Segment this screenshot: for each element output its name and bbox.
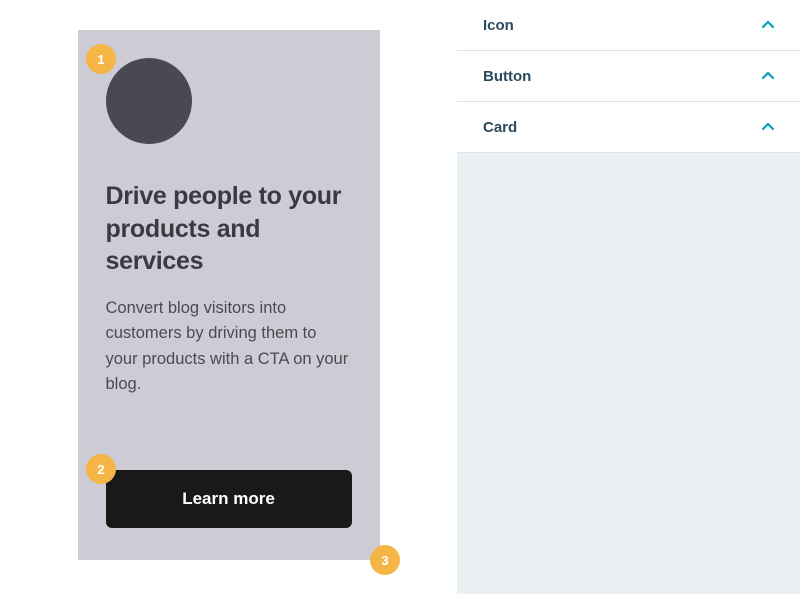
sidebar: Icon Button Card <box>457 0 800 594</box>
card-icon-placeholder <box>106 58 192 144</box>
marker-number: 2 <box>97 462 104 477</box>
learn-more-button[interactable]: Learn more <box>106 470 352 528</box>
card-description: Convert blog visitors into customers by … <box>106 296 352 398</box>
accordion-item-card[interactable]: Card <box>457 102 800 153</box>
accordion-label: Icon <box>483 17 514 34</box>
annotation-marker-3[interactable]: 3 <box>370 545 400 575</box>
preview-area: Drive people to your products and servic… <box>0 0 457 594</box>
card: Drive people to your products and servic… <box>78 30 380 560</box>
chevron-up-icon <box>762 123 774 131</box>
annotation-marker-1[interactable]: 1 <box>86 44 116 74</box>
button-label: Learn more <box>182 489 275 509</box>
accordion-item-icon[interactable]: Icon <box>457 0 800 51</box>
accordion-label: Button <box>483 68 531 85</box>
chevron-up-icon <box>762 21 774 29</box>
chevron-up-icon <box>762 72 774 80</box>
accordion-label: Card <box>483 119 517 136</box>
marker-number: 1 <box>97 52 104 67</box>
accordion-item-button[interactable]: Button <box>457 51 800 102</box>
card-title: Drive people to your products and servic… <box>106 180 352 278</box>
marker-number: 3 <box>381 553 388 568</box>
annotation-marker-2[interactable]: 2 <box>86 454 116 484</box>
